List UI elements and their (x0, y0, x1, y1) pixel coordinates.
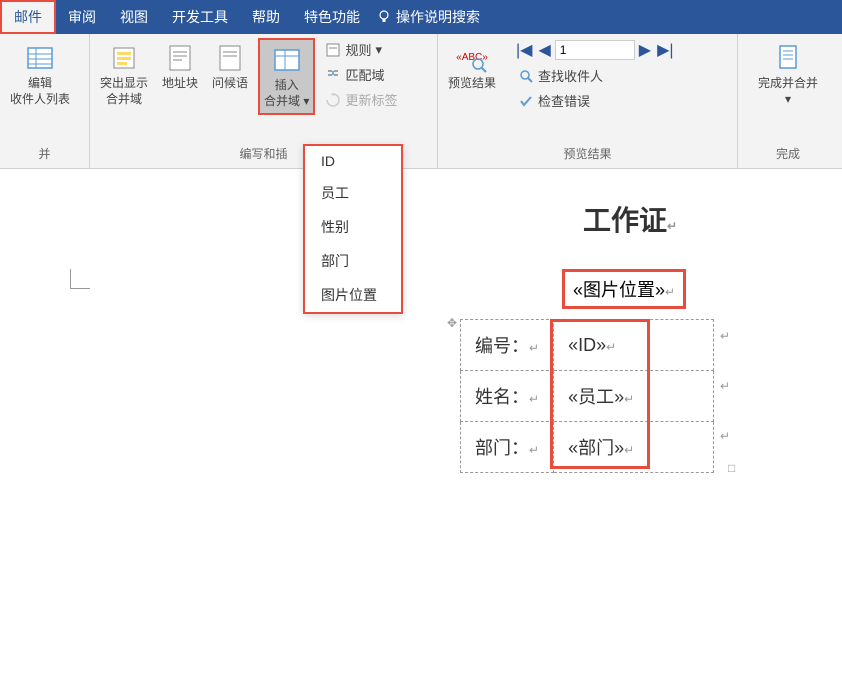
tab-mail[interactable]: 邮件 (0, 0, 56, 34)
table-resize-handle[interactable]: □ (728, 461, 735, 475)
insert-merge-icon (271, 44, 303, 76)
preview-results-button[interactable]: «ABC» 预览结果 (444, 38, 500, 96)
document-title: 工作证↵ (430, 199, 830, 239)
edit-recipients-button[interactable]: 编辑 收件人列表 (6, 38, 74, 111)
chevron-down-icon: ▾ (375, 42, 382, 58)
badge-table: 编号：↵ «ID»↵ 姓名：↵ «员工»↵ 部门：↵ «部门»↵ (460, 319, 714, 473)
row-end-mark: ↵ (720, 429, 730, 443)
edit-recipients-icon (24, 42, 56, 74)
group-label-recipients: 并 (6, 143, 83, 164)
insert-merge-label: 插入 合并域 ▾ (264, 78, 309, 109)
greeting-icon (214, 42, 246, 74)
nav-next-button[interactable]: ▶ (637, 38, 653, 62)
address-block-button[interactable]: 地址块 (158, 38, 202, 96)
dropdown-item-photo[interactable]: 图片位置 (305, 278, 401, 312)
paragraph-mark: ↵ (665, 285, 675, 299)
insert-merge-field-button[interactable]: 插入 合并域 ▾ (258, 38, 315, 115)
svg-text:«ABC»: «ABC» (456, 52, 488, 63)
page-corner-mark (70, 269, 90, 289)
edit-recipients-label: 编辑 收件人列表 (10, 76, 70, 107)
tab-help[interactable]: 帮助 (240, 0, 292, 34)
tab-devtools[interactable]: 开发工具 (160, 0, 240, 34)
update-labels-label: 更新标签 (345, 90, 397, 109)
dropdown-item-gender[interactable]: 性别 (305, 210, 401, 244)
label-cell-name[interactable]: 姓名：↵ (461, 371, 554, 422)
match-fields-button[interactable]: 匹配域 (321, 63, 401, 86)
paragraph-mark: ↵ (667, 219, 677, 233)
tab-special[interactable]: 特色功能 (292, 0, 372, 34)
nav-first-button[interactable]: |◀ (514, 38, 534, 62)
highlight-label: 突出显示 合并域 (100, 76, 148, 107)
merge-field-dropdown: ID 员工 性别 部门 图片位置 (303, 144, 403, 314)
greeting-label: 问候语 (212, 76, 248, 92)
label-cell-id[interactable]: 编号：↵ (461, 320, 554, 371)
update-labels-button: 更新标签 (321, 88, 401, 111)
group-label-finish: 完成 (744, 143, 832, 164)
lightbulb-icon (376, 0, 392, 34)
row-end-mark: ↵ (720, 329, 730, 343)
dropdown-item-id[interactable]: ID (305, 146, 401, 176)
match-fields-icon (325, 67, 341, 83)
search-icon (518, 68, 534, 84)
table-move-handle[interactable]: ✥ (447, 316, 457, 330)
finish-merge-button[interactable]: 完成并合并▾ (754, 38, 822, 111)
check-errors-label: 检查错误 (538, 91, 590, 110)
group-label-preview: 预览结果 (444, 143, 731, 164)
tab-review[interactable]: 审阅 (56, 0, 108, 34)
table-row: 部门：↵ «部门»↵ (461, 422, 714, 473)
value-cell-name[interactable]: «员工»↵ (554, 371, 714, 422)
rules-button[interactable]: 规则 ▾ (321, 38, 401, 61)
label-cell-dept[interactable]: 部门：↵ (461, 422, 554, 473)
nav-prev-button[interactable]: ◀ (536, 38, 552, 62)
greeting-line-button[interactable]: 问候语 (208, 38, 252, 96)
check-errors-button[interactable]: 检查错误 (514, 89, 676, 112)
value-cell-dept[interactable]: «部门»↵ (554, 422, 714, 473)
highlight-merge-fields-button[interactable]: 突出显示 合并域 (96, 38, 152, 111)
preview-label: 预览结果 (448, 76, 496, 92)
finish-merge-icon (772, 42, 804, 74)
preview-icon: «ABC» (456, 42, 488, 74)
dropdown-item-department[interactable]: 部门 (305, 244, 401, 278)
tab-view[interactable]: 视图 (108, 0, 160, 34)
table-row: 姓名：↵ «员工»↵ (461, 371, 714, 422)
highlight-icon (108, 42, 140, 74)
check-errors-icon (518, 93, 534, 109)
ribbon: 编辑 收件人列表 并 突出显示 合并域 地址块 (0, 34, 842, 169)
ribbon-tabs: 邮件 审阅 视图 开发工具 帮助 特色功能 操作说明搜索 (0, 0, 842, 34)
value-cell-id[interactable]: «ID»↵ (554, 320, 714, 371)
chevron-down-icon: ▾ (303, 94, 309, 108)
finish-merge-label: 完成并合并▾ (758, 76, 818, 107)
address-block-icon (164, 42, 196, 74)
dropdown-item-employee[interactable]: 员工 (305, 176, 401, 210)
rules-label: 规则 (345, 40, 371, 59)
photo-merge-field[interactable]: «图片位置»↵ (562, 269, 686, 309)
document-area: 工作证↵ «图片位置»↵ ✥ 编号：↵ «ID»↵ 姓名：↵ «员工»↵ 部门：… (0, 169, 842, 686)
find-recipient-button[interactable]: 查找收件人 (514, 64, 676, 87)
row-end-mark: ↵ (720, 379, 730, 393)
record-number-input[interactable] (555, 40, 635, 60)
chevron-down-icon: ▾ (785, 92, 791, 106)
rules-icon (325, 42, 341, 58)
update-labels-icon (325, 92, 341, 108)
address-block-label: 地址块 (162, 76, 198, 92)
document-page[interactable]: 工作证↵ «图片位置»↵ ✥ 编号：↵ «ID»↵ 姓名：↵ «员工»↵ 部门：… (130, 199, 830, 239)
nav-last-button[interactable]: ▶| (655, 38, 675, 62)
find-recipient-label: 查找收件人 (538, 66, 603, 85)
table-row: 编号：↵ «ID»↵ (461, 320, 714, 371)
match-fields-label: 匹配域 (345, 65, 384, 84)
tell-me-search[interactable]: 操作说明搜索 (396, 0, 480, 34)
